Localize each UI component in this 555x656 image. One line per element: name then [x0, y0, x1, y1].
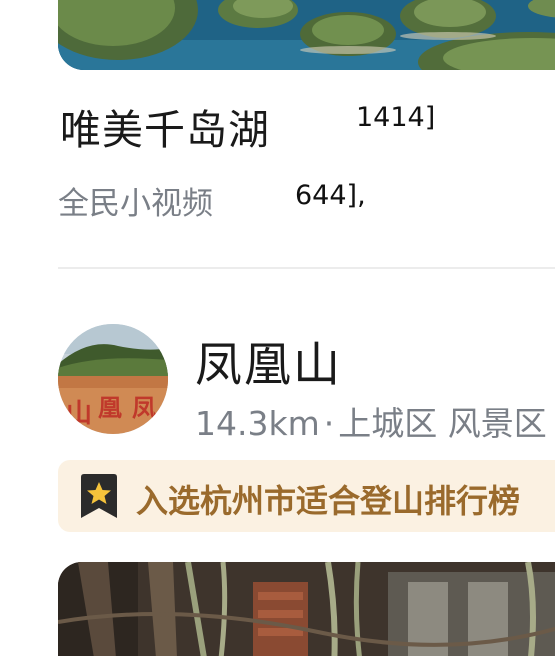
video-thumbnail[interactable] — [58, 0, 555, 70]
svg-text:山: 山 — [66, 399, 92, 429]
svg-text:凤: 凤 — [132, 394, 156, 422]
stray-text: 1414] — [356, 102, 436, 133]
place-distance: 14.3km — [195, 404, 320, 443]
place-photo[interactable] — [58, 562, 555, 656]
place-meta: 14.3km · 上城区 风景区 — [195, 397, 547, 445]
svg-text:凰: 凰 — [98, 394, 122, 422]
place-category: 风景区 — [447, 404, 547, 443]
ranking-text: 入选杭州市适合登山排行榜 — [136, 482, 521, 520]
meta-separator: · — [323, 404, 335, 443]
place-district: 上城区 — [338, 404, 438, 443]
divider — [58, 267, 555, 269]
star-bookmark-icon — [81, 474, 117, 518]
place-avatar[interactable]: 山 凰 凤 — [58, 324, 168, 434]
video-title[interactable]: 唯美千岛湖 — [60, 96, 270, 156]
stray-text: 644], — [295, 180, 366, 211]
page: 唯美千岛湖 1414] 全民小视频 644], 山 凰 凤 凤凰山 14.3km… — [0, 0, 555, 656]
ranking-banner[interactable]: 入选杭州市适合登山排行榜 — [58, 460, 555, 532]
video-source: 全民小视频 — [58, 186, 213, 222]
place-name[interactable]: 凤凰山 — [195, 326, 342, 395]
